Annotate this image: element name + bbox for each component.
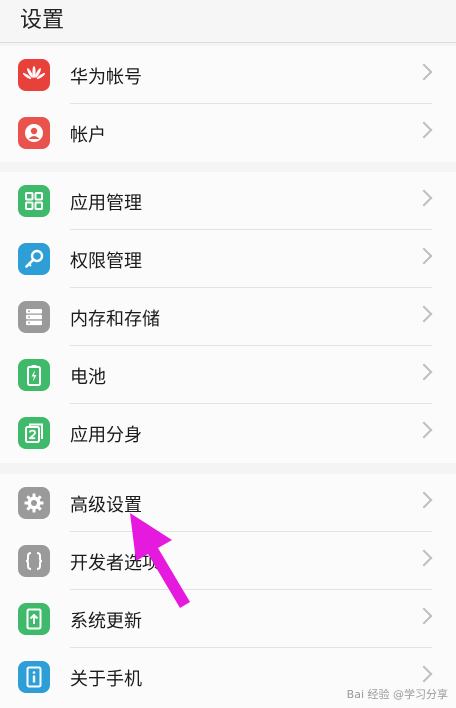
user-account-icon [18,117,50,149]
chevron-right-icon [415,549,433,567]
settings-item-label: 内存和存储 [70,309,160,330]
chevron-right-icon [415,491,433,509]
settings-item-label: 系统更新 [70,611,142,632]
braces-icon [18,545,50,577]
chevron-right-icon [415,63,433,81]
gear-icon [18,487,50,519]
settings-item-advanced-settings[interactable]: 高级设置 [0,474,456,532]
section-account: 华为帐号 帐户 [0,46,456,162]
huawei-logo-icon [18,59,50,91]
section-apps-system: 应用管理 权限管理 内存和存储 电池 应用分身 [0,172,456,463]
settings-item-permission-management[interactable]: 权限管理 [0,230,456,288]
watermark: Bai 经验 @学习分享 [346,688,448,701]
settings-item-developer-options[interactable]: 开发者选项 [0,532,456,590]
page-title: 设置 [20,8,65,33]
chevron-right-icon [415,363,433,381]
settings-item-app-twin[interactable]: 应用分身 [0,404,456,462]
system-update-icon [18,603,50,635]
chevron-right-icon [415,421,433,439]
chevron-right-icon [415,247,433,265]
settings-item-label: 华为帐号 [70,67,142,88]
settings-item-huawei-account[interactable]: 华为帐号 [0,46,456,104]
settings-item-memory-storage[interactable]: 内存和存储 [0,288,456,346]
chevron-right-icon [415,665,433,683]
chevron-right-icon [415,607,433,625]
battery-icon [18,359,50,391]
settings-item-label: 电池 [70,367,106,388]
settings-item-label: 权限管理 [70,251,142,272]
app-twin-icon [18,417,50,449]
settings-item-app-management[interactable]: 应用管理 [0,172,456,230]
settings-item-label: 应用管理 [70,193,142,214]
settings-item-label: 帐户 [70,125,106,146]
settings-item-label: 关于手机 [70,669,142,690]
phone-info-icon [18,661,50,693]
settings-item-system-update[interactable]: 系统更新 [0,590,456,648]
app-grid-icon [18,185,50,217]
chevron-right-icon [415,121,433,139]
settings-item-label: 高级设置 [70,495,142,516]
section-advanced: 高级设置 开发者选项 系统更新 关于手机 [0,474,456,708]
header-bar: 设置 [0,0,456,43]
storage-icon [18,301,50,333]
settings-item-battery[interactable]: 电池 [0,346,456,404]
key-icon [18,243,50,275]
chevron-right-icon [415,189,433,207]
chevron-right-icon [415,305,433,323]
settings-item-label: 开发者选项 [70,553,160,574]
settings-item-label: 应用分身 [70,425,142,446]
settings-item-accounts[interactable]: 帐户 [0,104,456,162]
